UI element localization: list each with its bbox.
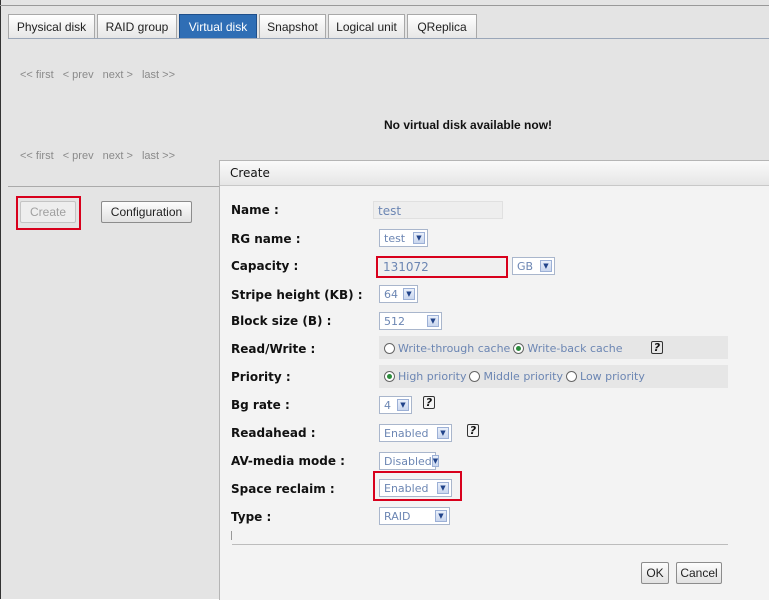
readahead-value: Enabled — [384, 426, 429, 440]
pager-last-link[interactable]: last >> — [142, 69, 175, 81]
help-icon[interactable]: ? — [467, 424, 479, 437]
help-icon[interactable]: ? — [651, 341, 663, 354]
dialog-title: Create — [230, 166, 270, 180]
tab-physical-disk[interactable]: Physical disk — [8, 14, 95, 39]
type-label: Type : — [231, 510, 272, 524]
configuration-button[interactable]: Configuration — [101, 201, 192, 223]
space-reclaim-highlight — [373, 471, 462, 501]
read-write-radio-group: Write-through cache Write-back cache — [384, 342, 626, 355]
write-through-option[interactable]: Write-through cache — [384, 342, 510, 355]
tab-underline — [8, 38, 769, 39]
pager-first-link[interactable]: << first — [20, 150, 54, 162]
chevron-down-icon: ▼ — [413, 232, 425, 244]
pager-bottom: << first < prev next > last >> — [20, 150, 181, 162]
middle-priority-option[interactable]: Middle priority — [469, 370, 563, 383]
chevron-down-icon: ▼ — [435, 510, 447, 522]
stripe-height-label: Stripe height (KB) : — [231, 288, 363, 302]
help-icon[interactable]: ? — [423, 396, 435, 409]
write-back-option[interactable]: Write-back cache — [513, 342, 623, 355]
radio-checked-icon[interactable] — [384, 371, 395, 382]
tab-logical-unit[interactable]: Logical unit — [328, 14, 405, 39]
capacity-unit-select[interactable]: GB ▼ — [512, 257, 555, 275]
high-priority-label: High priority — [398, 370, 467, 383]
bg-rate-value: 4 — [384, 398, 391, 412]
ok-button[interactable]: OK — [641, 562, 669, 584]
priority-label: Priority : — [231, 370, 291, 384]
tab-raid-group[interactable]: RAID group — [97, 14, 177, 39]
av-media-mode-value: Disabled — [384, 454, 432, 468]
chevron-down-icon: ▼ — [431, 455, 440, 467]
pager-last-link[interactable]: last >> — [142, 150, 175, 162]
dialog-header: Create — [220, 161, 769, 186]
action-separator — [8, 186, 220, 187]
read-write-label: Read/Write : — [231, 342, 316, 356]
chevron-down-icon: ▼ — [540, 260, 552, 272]
radio-unchecked-icon[interactable] — [469, 371, 481, 382]
dialog-footer-separator — [232, 544, 728, 545]
type-select[interactable]: RAID ▼ — [379, 507, 450, 525]
cancel-button[interactable]: Cancel — [676, 562, 722, 584]
pager-prev-link[interactable]: < prev — [63, 69, 94, 81]
rg-name-label: RG name : — [231, 232, 301, 246]
bg-rate-label: Bg rate : — [231, 398, 290, 412]
write-back-label: Write-back cache — [527, 342, 623, 355]
readahead-select[interactable]: Enabled ▼ — [379, 424, 452, 442]
capacity-highlight — [376, 256, 508, 278]
stripe-height-value: 64 — [384, 287, 398, 301]
write-through-label: Write-through cache — [398, 342, 511, 355]
empty-state-message: No virtual disk available now! — [384, 118, 553, 132]
block-size-value: 512 — [384, 314, 405, 328]
radio-unchecked-icon[interactable] — [566, 371, 578, 382]
middle-priority-label: Middle priority — [483, 370, 564, 383]
priority-radio-group: High priority Middle priority Low priori… — [384, 370, 648, 383]
pager-next-link[interactable]: next > — [103, 69, 133, 81]
pager-top: << first < prev next > last >> — [20, 69, 181, 81]
chevron-down-icon: ▼ — [403, 288, 415, 300]
high-priority-option[interactable]: High priority — [384, 370, 466, 383]
block-size-label: Block size (B) : — [231, 314, 332, 328]
type-value: RAID — [384, 509, 411, 523]
name-input[interactable]: test — [373, 201, 503, 219]
pager-next-link[interactable]: next > — [103, 150, 133, 162]
chevron-down-icon: ▼ — [427, 315, 439, 327]
pager-prev-link[interactable]: < prev — [63, 150, 94, 162]
name-label: Name : — [231, 203, 279, 217]
text-cursor — [231, 531, 232, 540]
av-media-mode-label: AV-media mode : — [231, 454, 345, 468]
rg-name-select[interactable]: test ▼ — [379, 229, 428, 247]
tab-bar: Physical disk RAID group Virtual disk Sn… — [8, 14, 479, 39]
capacity-unit-value: GB — [517, 259, 534, 273]
capacity-label: Capacity : — [231, 259, 299, 273]
tab-snapshot[interactable]: Snapshot — [259, 14, 326, 39]
stripe-height-select[interactable]: 64 ▼ — [379, 285, 418, 303]
create-button-highlight — [16, 196, 81, 230]
tab-virtual-disk[interactable]: Virtual disk — [179, 14, 257, 39]
readahead-label: Readahead : — [231, 426, 316, 440]
low-priority-label: Low priority — [580, 370, 645, 383]
chevron-down-icon: ▼ — [437, 427, 449, 439]
pager-first-link[interactable]: << first — [20, 69, 54, 81]
low-priority-option[interactable]: Low priority — [566, 370, 645, 383]
create-dialog: Create Name : test RG name : test ▼ Capa… — [219, 160, 769, 600]
chevron-down-icon: ▼ — [397, 399, 409, 411]
av-media-mode-select[interactable]: Disabled ▼ — [379, 452, 440, 470]
radio-checked-icon[interactable] — [513, 343, 525, 354]
top-divider — [0, 5, 769, 6]
block-size-select[interactable]: 512 ▼ — [379, 312, 442, 330]
space-reclaim-label: Space reclaim : — [231, 482, 335, 496]
bg-rate-select[interactable]: 4 ▼ — [379, 396, 412, 414]
rg-name-value: test — [384, 231, 406, 245]
tab-qreplica[interactable]: QReplica — [407, 14, 477, 39]
radio-unchecked-icon[interactable] — [384, 343, 395, 354]
